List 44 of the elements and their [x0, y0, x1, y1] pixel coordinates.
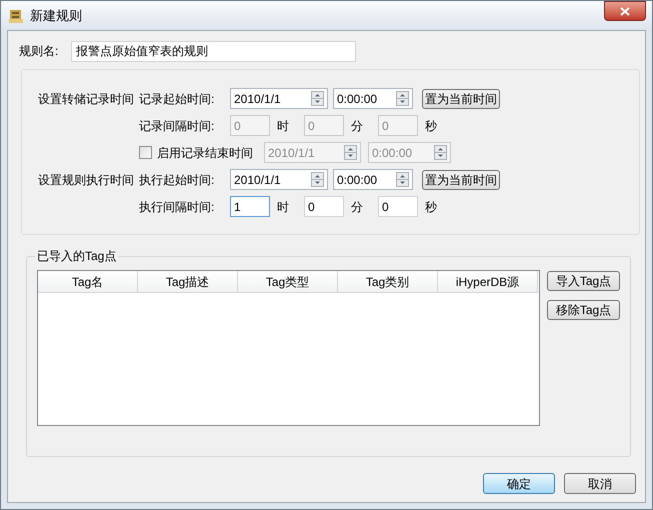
field-label: 执行起始时间:	[139, 172, 216, 188]
time-field[interactable]: 0:00:00	[333, 169, 413, 190]
number-field[interactable]: 1	[230, 196, 270, 217]
set-now-button[interactable]: 置为当前时间	[422, 170, 500, 190]
section-label: 设置转储记录时间	[38, 90, 135, 108]
dialog-button[interactable]: 取消	[564, 473, 636, 494]
tag-table[interactable]: Tag名 Tag描述 Tag类型 Tag类别 iHyperDB源	[37, 270, 540, 426]
unit-label: 分	[351, 118, 363, 134]
time-field[interactable]: 0:00:00	[333, 88, 413, 109]
set-now-button[interactable]: 置为当前时间	[422, 88, 500, 108]
date-field[interactable]: 2010/1/1	[230, 169, 328, 190]
spinner-icon[interactable]	[396, 91, 409, 106]
tag-button[interactable]: 移除Tag点	[547, 300, 620, 320]
group-title: 已导入的Tag点	[36, 248, 118, 265]
app-icon	[8, 8, 24, 24]
tag-button[interactable]: 导入Tag点	[547, 271, 620, 291]
column-header[interactable]: Tag名	[38, 271, 138, 293]
rule-name-label: 规则名:	[19, 43, 60, 60]
unit-label: 时	[277, 198, 289, 216]
column-header[interactable]: Tag类别	[338, 271, 438, 293]
spinner-icon[interactable]	[311, 172, 324, 187]
checkbox[interactable]	[139, 146, 152, 159]
unit-label: 时	[277, 118, 289, 134]
column-header[interactable]: Tag类型	[238, 271, 338, 293]
field-label: 执行间隔时间:	[139, 198, 216, 216]
close-button[interactable]	[604, 1, 646, 21]
number-field[interactable]: 0	[304, 196, 344, 217]
rule-name-field[interactable]: 报警点原始值窄表的规则	[71, 40, 356, 62]
dialog-button[interactable]: 确定	[483, 473, 555, 494]
unit-label: 秒	[425, 198, 437, 216]
field-label: 记录间隔时间:	[139, 118, 216, 134]
field-label: 记录起始时间:	[139, 90, 216, 108]
close-icon	[620, 6, 630, 16]
checkbox-label: 启用记录结束时间	[157, 144, 254, 162]
column-header[interactable]: iHyperDB源	[438, 271, 538, 293]
spinner-icon[interactable]	[396, 172, 409, 187]
column-header[interactable]: Tag描述	[138, 271, 238, 293]
unit-label: 分	[351, 198, 363, 216]
unit-label: 秒	[425, 118, 437, 134]
date-field[interactable]: 2010/1/1	[230, 88, 328, 109]
number-field[interactable]: 0	[378, 196, 418, 217]
spinner-icon[interactable]	[311, 91, 324, 106]
section-label: 设置规则执行时间	[38, 172, 135, 188]
window-title: 新建规则	[30, 6, 82, 25]
